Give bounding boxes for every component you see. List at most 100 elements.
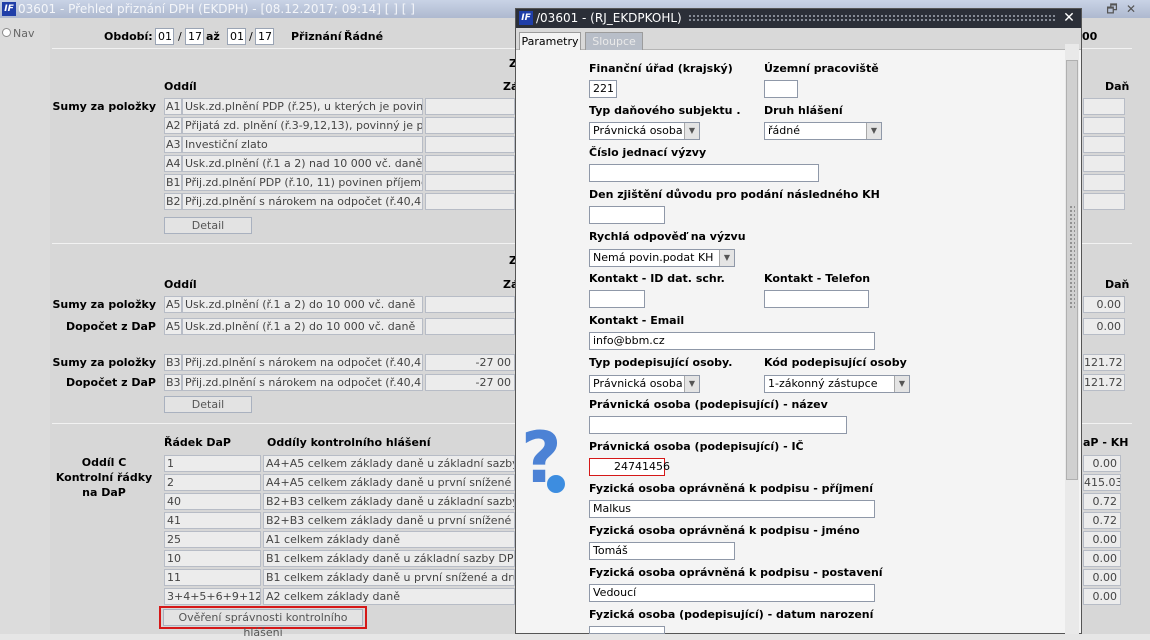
section-a-dan <box>1083 193 1125 210</box>
section-b-dan: 0.00 <box>1083 296 1125 313</box>
po-ic-input[interactable]: 24741456 <box>589 458 670 476</box>
section-b-zaklad: -27 00 <box>425 354 515 371</box>
period-slash: / <box>249 30 253 43</box>
chevron-down-icon[interactable]: ▼ <box>684 376 699 392</box>
chevron-down-icon[interactable]: ▼ <box>866 123 881 139</box>
section-c-value: 0.72 <box>1083 512 1121 529</box>
po-nazev-input[interactable] <box>589 416 847 434</box>
uzemni-label: Územní pracoviště <box>764 62 879 75</box>
section-a-zaklad <box>425 117 515 134</box>
typ-podep-select[interactable]: Právnická osoba ▼ <box>589 375 700 393</box>
rychla-label: Rychlá odpověď na výzvu <box>589 230 746 243</box>
verify-control-report-button[interactable]: Ověření správnosti kontrolního hlášení <box>163 609 363 639</box>
section-a-code: B2 <box>164 193 182 210</box>
dialog-close-button[interactable]: ✕ <box>1061 10 1077 26</box>
section-a-col-oddil: Oddíl <box>164 80 197 93</box>
druh-select[interactable]: řádné ▼ <box>764 122 882 140</box>
section-c-desc: B2+B3 celkem základy daně u první snížen… <box>263 512 515 529</box>
fo-datum-input[interactable] <box>589 626 665 634</box>
section-b-dan: 121.72 <box>1083 354 1125 371</box>
dialog-title-bar[interactable]: IF /03601 - (RJ_EKDPKOHL) <box>516 9 1081 28</box>
section-b-row-label: Dopočet z DaP <box>65 320 156 333</box>
restore-window-button[interactable]: 🗗 <box>1105 2 1119 16</box>
section-c-value: 0.00 <box>1083 531 1121 548</box>
kod-podep-value: 1-zákonný zástupce <box>768 377 878 390</box>
section-c-label-3: na DaP <box>82 486 126 499</box>
typ-podep-value: Právnická osoba <box>593 377 683 390</box>
kod-podep-label: Kód podepisující osoby <box>764 356 907 369</box>
section-a-code: A4 <box>164 155 182 172</box>
fo-jmeno-label: Fyzická osoba oprávněná k podpisu - jmén… <box>589 524 860 537</box>
nav-strip <box>0 18 50 634</box>
rychla-select[interactable]: Nemá povin.podat KH ▼ <box>589 249 735 267</box>
tab-sloupce[interactable]: Sloupce <box>585 32 643 50</box>
section-c-label-2: Kontrolní řádky <box>55 471 153 484</box>
uzemni-input[interactable] <box>764 80 798 98</box>
ds-input[interactable] <box>589 290 645 308</box>
section-b-dan: 0.00 <box>1083 318 1125 335</box>
typ-subjektu-value: Právnická osoba <box>593 124 683 137</box>
section-a-dan <box>1083 174 1125 191</box>
section-b-desc: Usk.zd.plnění (ř.1 a 2) do 10 000 vč. da… <box>182 296 423 313</box>
section-c-desc: B2+B3 celkem základy daně u základní saz… <box>263 493 515 510</box>
period-from-year[interactable]: 17 <box>185 28 204 45</box>
section-a-desc: Přijatá zd. plnění (ř.3-9,12,13), povinn… <box>182 117 423 134</box>
chevron-down-icon[interactable]: ▼ <box>684 123 699 139</box>
period-to-label: až <box>206 30 220 43</box>
fo-jmeno-input[interactable]: Tomáš <box>589 542 735 560</box>
section-a-zaklad <box>425 136 515 153</box>
ds-label: Kontakt - ID dat. schr. <box>589 272 725 285</box>
druh-label: Druh hlášení <box>764 104 843 117</box>
period-to-year[interactable]: 17 <box>255 28 274 45</box>
dialog-title: /03601 - (RJ_EKDPKOHL) <box>536 11 682 25</box>
section-b-zaklad <box>425 318 515 335</box>
section-b-code: A5 <box>164 318 182 335</box>
cislo-input[interactable] <box>589 164 819 182</box>
period-from-month[interactable]: 01 <box>155 28 174 45</box>
tab-parametry[interactable]: Parametry <box>519 32 581 50</box>
nav-label[interactable]: Nav <box>13 27 34 40</box>
den-input[interactable] <box>589 206 665 224</box>
typ-subjektu-select[interactable]: Právnická osoba ▼ <box>589 122 700 140</box>
tel-input[interactable] <box>764 290 869 308</box>
section-c-radek: 2 <box>164 474 261 491</box>
section-c-value: 0.00 <box>1083 455 1121 472</box>
section-a-detail-button[interactable]: Detail <box>164 217 252 234</box>
section-c-col-oddily: Oddíly kontrolního hlášení <box>267 436 431 449</box>
section-c-desc: A1 celkem základy daně <box>263 531 515 548</box>
section-c-value: 415.03 <box>1083 474 1121 491</box>
section-c-desc: A4+A5 celkem základy daně u první snížen… <box>263 474 515 491</box>
app-logo-icon: IF <box>2 2 16 16</box>
section-a-desc: Usk.zd.plnění PDP (ř.25), u kterých je p… <box>182 98 423 115</box>
fo-postaveni-input[interactable]: Vedoucí <box>589 584 875 602</box>
section-c-radek: 25 <box>164 531 261 548</box>
typ-subjektu-label: Typ daňového subjektu . <box>589 104 741 117</box>
section-c-radek: 11 <box>164 569 261 586</box>
nav-radio-icon[interactable] <box>2 28 11 37</box>
section-c-value: 0.00 <box>1083 588 1121 605</box>
section-a-desc: Usk.zd.plnění (ř.1 a 2) nad 10 000 vč. d… <box>182 155 423 172</box>
period-to-month[interactable]: 01 <box>227 28 246 45</box>
section-c-value: 0.72 <box>1083 493 1121 510</box>
po-ic-label: Právnická osoba (podepisující) - IČ <box>589 440 804 453</box>
section-c-radek: 40 <box>164 493 261 510</box>
section-c-label-1: Oddíl C <box>81 456 127 469</box>
section-a-row-label: Sumy za položky <box>52 100 156 113</box>
fo-prijmeni-input[interactable]: Malkus <box>589 500 875 518</box>
financni-urad-input[interactable]: 221 <box>589 80 617 98</box>
section-b-desc: Přij.zd.plnění s nárokem na odpočet (ř.4… <box>182 354 423 371</box>
section-c-value: 0.00 <box>1083 550 1121 567</box>
chevron-down-icon[interactable]: ▼ <box>894 376 909 392</box>
section-b-detail-button[interactable]: Detail <box>164 396 252 413</box>
close-window-button[interactable]: ✕ <box>1124 2 1138 16</box>
section-b-code: B3 <box>164 354 182 371</box>
section-c-col-radek: Řádek DaP <box>164 436 231 449</box>
fo-datum-label: Fyzická osoba (podepisující) - datum nar… <box>589 608 874 621</box>
typ-podep-label: Typ podepisující osoby. <box>589 356 733 369</box>
section-c-radek: 41 <box>164 512 261 529</box>
email-input[interactable]: info@bbm.cz <box>589 332 875 350</box>
section-a-code: A3 <box>164 136 182 153</box>
chevron-down-icon[interactable]: ▼ <box>719 250 734 266</box>
kod-podep-select[interactable]: 1-zákonný zástupce ▼ <box>764 375 910 393</box>
section-b-col-oddil: Oddíl <box>164 278 197 291</box>
